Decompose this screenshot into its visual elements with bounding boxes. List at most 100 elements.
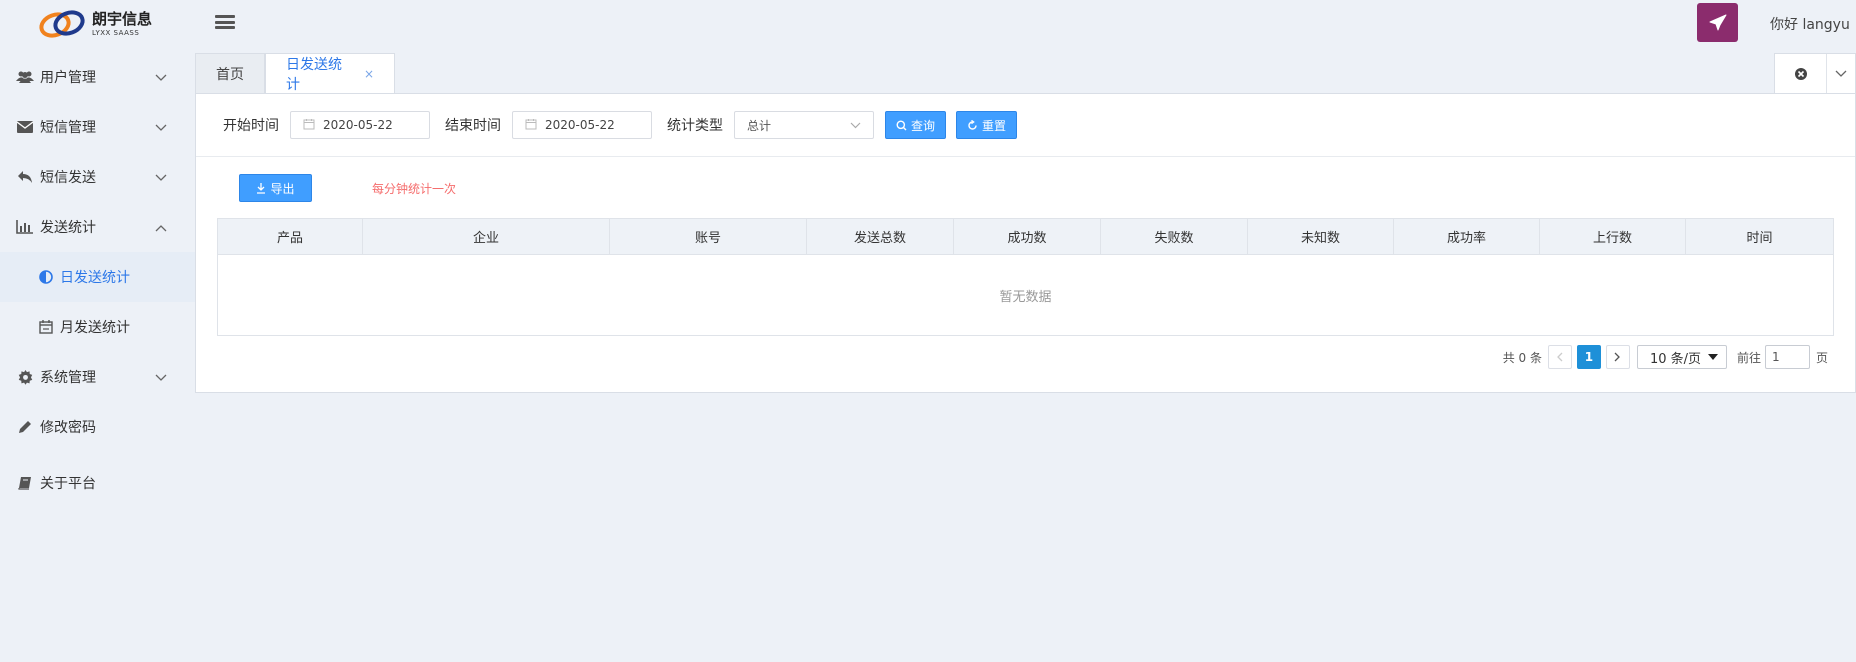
stats-table: 产品 企业 账号 发送总数 成功数 失败数 未知数 成功率 上行数 时间 暂无数…: [217, 218, 1834, 336]
caret-down-icon: [1707, 354, 1718, 360]
sidebar-item-user-management[interactable]: 用户管理: [0, 52, 195, 102]
paper-plane-icon: [1709, 14, 1726, 30]
sidebar: 用户管理 短信管理 短信发送 发送统计 日发送统计 月发送统计 系统管理 修改密…: [0, 52, 195, 508]
sidebar-item-send-stats[interactable]: 发送统计: [0, 202, 195, 252]
half-circle-icon: [38, 269, 54, 285]
sidebar-item-label: 月发送统计: [60, 320, 130, 336]
chevron-up-icon: [155, 220, 167, 236]
sidebar-item-sms-send[interactable]: 短信发送: [0, 152, 195, 202]
close-all-tabs-button[interactable]: [1775, 54, 1827, 93]
chevron-right-icon: [1615, 352, 1621, 362]
sidebar-item-label: 短信管理: [40, 120, 96, 136]
tab-tools: [1774, 53, 1856, 93]
page-size-select[interactable]: 10 条/页: [1636, 345, 1727, 369]
pencil-icon: [16, 419, 34, 435]
sidebar-item-label: 短信发送: [40, 170, 96, 186]
users-icon: [16, 69, 34, 85]
column-header[interactable]: 成功率: [1394, 219, 1540, 254]
sidebar-item-about[interactable]: 关于平台: [0, 458, 195, 508]
tab-bar: 首页 日发送统计 ×: [195, 53, 395, 93]
sidebar-item-daily-stats[interactable]: 日发送统计: [0, 252, 195, 302]
sidebar-item-system-management[interactable]: 系统管理: [0, 352, 195, 402]
sidebar-item-label: 系统管理: [40, 370, 96, 386]
end-date-value: 2020-05-22: [545, 118, 615, 132]
export-label: 导出: [270, 181, 295, 196]
close-icon[interactable]: ×: [364, 67, 374, 81]
sidebar-item-sms-management[interactable]: 短信管理: [0, 102, 195, 152]
start-date-input[interactable]: 2020-05-22: [290, 111, 430, 139]
sidebar-item-label: 关于平台: [40, 476, 96, 492]
filter-bar: 开始时间 2020-05-22 结束时间 2020-05-22 统计类型 总计 …: [196, 94, 1855, 157]
sidebar-item-label: 修改密码: [40, 420, 96, 436]
send-button[interactable]: [1697, 3, 1738, 42]
chevron-down-icon: [1835, 70, 1847, 77]
reset-label: 重置: [982, 118, 1007, 133]
column-header[interactable]: 失败数: [1101, 219, 1248, 254]
query-button[interactable]: 查询: [885, 111, 947, 139]
prev-page-button[interactable]: [1547, 345, 1572, 369]
stat-type-select[interactable]: 总计: [734, 111, 874, 139]
pagination: 共 0 条 1 10 条/页 前往 1 页: [1503, 345, 1828, 369]
search-icon: [896, 120, 907, 130]
column-header[interactable]: 未知数: [1248, 219, 1394, 254]
sidebar-item-monthly-stats[interactable]: 月发送统计: [0, 302, 195, 352]
page-number-button[interactable]: 1: [1576, 345, 1601, 369]
refresh-hint: 每分钟统计一次: [372, 182, 457, 196]
goto-page-input[interactable]: 1: [1764, 345, 1810, 369]
calendar-icon: [38, 319, 54, 335]
tab-daily-stats[interactable]: 日发送统计 ×: [265, 53, 395, 93]
column-header[interactable]: 上行数: [1540, 219, 1686, 254]
sidebar-item-label: 日发送统计: [60, 270, 130, 286]
user-greeting[interactable]: 你好 langyu: [1770, 14, 1850, 34]
main-panel: 开始时间 2020-05-22 结束时间 2020-05-22 统计类型 总计 …: [195, 93, 1856, 393]
refresh-icon: [968, 119, 977, 130]
export-button[interactable]: 导出: [239, 174, 312, 202]
column-header[interactable]: 发送总数: [807, 219, 954, 254]
query-label: 查询: [911, 118, 936, 133]
reply-icon: [16, 169, 34, 185]
stat-type-value: 总计: [747, 118, 772, 133]
logo-mark-icon: [38, 7, 88, 41]
chevron-down-icon: [155, 70, 167, 86]
tab-home[interactable]: 首页: [195, 53, 265, 93]
gear-icon: [16, 369, 34, 385]
chevron-left-icon: [1557, 352, 1563, 362]
logo-subtitle: LYXX SAASS: [92, 29, 140, 37]
logo-title: 朗宇信息: [92, 10, 153, 28]
chevron-down-icon: [850, 122, 861, 128]
page-size-value: 10 条/页: [1649, 351, 1702, 367]
total-count: 共 0 条: [1502, 350, 1542, 365]
chevron-down-icon: [155, 170, 167, 186]
page-suffix: 页: [1815, 350, 1828, 365]
calendar-icon: [303, 118, 315, 133]
close-circle-icon: [1794, 67, 1807, 80]
table-empty: 暂无数据: [218, 255, 1833, 335]
column-header[interactable]: 企业: [363, 219, 610, 254]
logo: 朗宇信息 LYXX SAASS: [38, 5, 158, 43]
book-icon: [16, 475, 34, 491]
menu-toggle-icon[interactable]: [215, 13, 235, 31]
reset-button[interactable]: 重置: [956, 111, 1018, 139]
column-header[interactable]: 成功数: [954, 219, 1101, 254]
table-header: 产品 企业 账号 发送总数 成功数 失败数 未知数 成功率 上行数 时间: [218, 219, 1833, 255]
calendar-icon: [525, 118, 537, 133]
sidebar-item-label: 用户管理: [40, 70, 96, 86]
column-header[interactable]: 账号: [610, 219, 807, 254]
stat-type-label: 统计类型: [667, 118, 723, 134]
table-toolbar: 导出: [239, 174, 322, 202]
empty-text: 暂无数据: [999, 289, 1052, 305]
column-header[interactable]: 产品: [218, 219, 363, 254]
column-header[interactable]: 时间: [1686, 219, 1833, 254]
sidebar-item-change-password[interactable]: 修改密码: [0, 402, 195, 452]
end-date-input[interactable]: 2020-05-22: [512, 111, 652, 139]
goto-label: 前往: [1736, 350, 1761, 365]
tab-menu-button[interactable]: [1827, 54, 1855, 93]
end-time-label: 结束时间: [445, 118, 501, 134]
chevron-down-icon: [155, 120, 167, 136]
envelope-icon: [16, 119, 34, 135]
sidebar-item-label: 发送统计: [40, 220, 96, 236]
download-icon: [257, 182, 266, 194]
start-date-value: 2020-05-22: [323, 118, 393, 132]
tab-label: 日发送统计: [286, 56, 342, 93]
next-page-button[interactable]: [1605, 345, 1630, 369]
